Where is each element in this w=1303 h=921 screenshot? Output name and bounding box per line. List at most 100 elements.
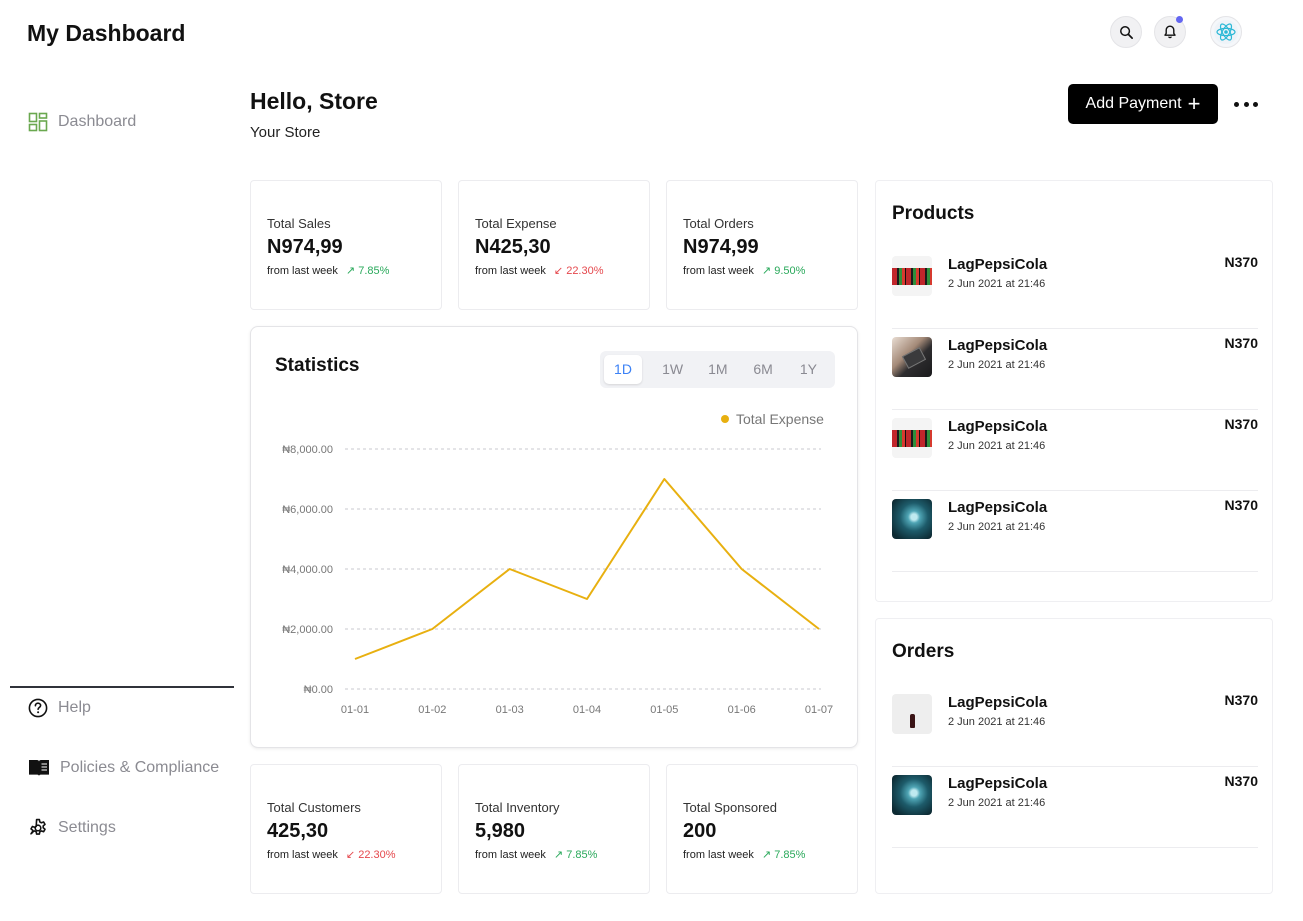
product-thumbnail — [892, 256, 932, 296]
stat-card-total-expense: Total Expense N425,30 from last week ↙ 22… — [458, 180, 650, 310]
expense-line-chart: ₦0.00 ₦2,000.00 ₦4,000.00 ₦6,000.00 ₦8,000.0… — [282, 444, 833, 716]
greeting-subtitle: Your Store — [250, 124, 321, 141]
x-tick-label: 01-04 — [573, 704, 601, 716]
stat-card-total-inventory: Total Inventory 5,980 from last week ↗ 7.… — [458, 764, 650, 894]
stat-change: ↗ 7.85% — [345, 265, 390, 277]
more-options-button[interactable] — [1234, 94, 1258, 114]
sidebar-item-label: Settings — [58, 819, 116, 836]
stat-value: N425,30 — [475, 236, 551, 258]
add-payment-label: Add Payment — [1085, 95, 1182, 112]
stat-value: 200 — [683, 820, 717, 842]
sidebar-item-help[interactable]: Help — [28, 698, 91, 718]
y-tick-label: ₦2,000.00 — [282, 624, 333, 636]
stat-from: from last week — [475, 264, 546, 277]
product-date: 2 Jun 2021 at 21:46 — [948, 359, 1046, 371]
stat-card-total-sales: Total Sales N974,99 from last week ↗ 7.85… — [250, 180, 442, 310]
notification-dot — [1176, 16, 1183, 23]
products-panel: Products LagPepsiCola 2 Jun 2021 at 21:4… — [875, 180, 1273, 602]
order-thumbnail — [892, 775, 932, 815]
data-point[interactable] — [817, 627, 821, 631]
stat-label: Total Orders — [683, 216, 754, 231]
x-tick-label: 01-01 — [341, 704, 369, 716]
order-price: N370 — [1224, 773, 1258, 789]
product-thumbnail — [892, 418, 932, 458]
order-date: 2 Jun 2021 at 21:46 — [948, 797, 1046, 809]
header-actions — [1110, 16, 1242, 48]
stat-value: N974,99 — [683, 236, 759, 258]
y-tick-label: ₦0.00 — [304, 684, 333, 696]
y-tick-label: ₦6,000.00 — [282, 504, 333, 516]
stat-label: Total Sales — [267, 216, 331, 231]
order-name: LagPepsiCola — [948, 775, 1048, 792]
stat-value: 5,980 — [475, 820, 526, 842]
app-title: My Dashboard — [27, 20, 186, 46]
order-item[interactable]: LagPepsiCola 2 Jun 2021 at 21:46 N370 — [892, 686, 1258, 767]
order-item[interactable]: LagPepsiCola 2 Jun 2021 at 21:46 N370 — [892, 767, 1258, 848]
stat-value: N974,99 — [267, 236, 343, 258]
stat-change: ↙ 22.30% — [553, 265, 604, 277]
data-point[interactable] — [740, 567, 744, 571]
add-payment-button[interactable]: Add Payment + — [1068, 84, 1218, 124]
data-point[interactable] — [353, 657, 357, 661]
product-name: LagPepsiCola — [948, 337, 1048, 354]
gear-icon — [30, 818, 46, 835]
stat-change: ↙ 22.30% — [345, 849, 396, 861]
sidebar-item-policies[interactable]: Policies & Compliance — [28, 758, 219, 778]
product-date: 2 Jun 2021 at 21:46 — [948, 521, 1046, 533]
product-name: LagPepsiCola — [948, 256, 1048, 273]
sidebar-divider — [10, 686, 234, 688]
stat-from: from last week — [475, 848, 546, 861]
x-tick-label: 01-07 — [805, 704, 833, 716]
sidebar-item-settings[interactable]: Settings — [28, 818, 116, 838]
product-thumbnail — [892, 499, 932, 539]
product-price: N370 — [1224, 416, 1258, 432]
stat-label: Total Customers — [267, 800, 361, 815]
order-thumbnail — [892, 694, 932, 734]
sidebar-item-label: Help — [58, 699, 91, 716]
product-item[interactable]: LagPepsiCola 2 Jun 2021 at 21:46 N370 — [892, 410, 1258, 491]
stat-card-total-sponsored: Total Sponsored 200 from last week ↗ 7.85… — [666, 764, 858, 894]
stat-value: 425,30 — [267, 820, 329, 842]
stat-from: from last week — [267, 264, 338, 277]
x-tick-label: 01-06 — [728, 704, 756, 716]
product-date: 2 Jun 2021 at 21:46 — [948, 440, 1046, 452]
x-tick-label: 01-05 — [650, 704, 678, 716]
stat-from: from last week — [683, 848, 754, 861]
order-name: LagPepsiCola — [948, 694, 1048, 711]
order-date: 2 Jun 2021 at 21:46 — [948, 716, 1046, 728]
stat-label: Total Expense — [475, 216, 557, 231]
product-name: LagPepsiCola — [948, 499, 1048, 516]
search-icon — [1119, 25, 1133, 39]
data-point[interactable] — [585, 597, 589, 601]
y-tick-label: ₦8,000.00 — [282, 444, 333, 456]
data-point[interactable] — [430, 627, 434, 631]
product-price: N370 — [1224, 335, 1258, 351]
product-item[interactable]: LagPepsiCola 2 Jun 2021 at 21:46 N370 — [892, 329, 1258, 410]
stat-label: Total Sponsored — [683, 800, 777, 815]
stat-card-total-orders: Total Orders N974,99 from last week ↗ 9.5… — [666, 180, 858, 310]
order-price: N370 — [1224, 692, 1258, 708]
notifications-button[interactable] — [1154, 16, 1186, 48]
help-icon — [28, 698, 48, 718]
product-date: 2 Jun 2021 at 21:46 — [948, 278, 1046, 290]
stat-from: from last week — [683, 264, 754, 277]
data-point[interactable] — [662, 477, 666, 481]
orders-title: Orders — [892, 641, 955, 662]
product-item[interactable]: LagPepsiCola 2 Jun 2021 at 21:46 N370 — [892, 248, 1258, 329]
sidebar-item-label: Dashboard — [58, 113, 137, 130]
product-price: N370 — [1224, 497, 1258, 513]
stat-change: ↗ 7.85% — [553, 849, 598, 861]
stat-change: ↗ 7.85% — [761, 849, 806, 861]
sidebar-item-dashboard[interactable]: Dashboard — [28, 112, 136, 132]
plus-icon: + — [1187, 91, 1201, 116]
data-point[interactable] — [508, 567, 512, 571]
product-thumbnail — [892, 337, 932, 377]
search-button[interactable] — [1110, 16, 1142, 48]
bell-icon — [1164, 25, 1176, 39]
product-item[interactable]: LagPepsiCola 2 Jun 2021 at 21:46 N370 — [892, 491, 1258, 572]
react-logo-icon — [1214, 20, 1238, 44]
stat-change: ↗ 9.50% — [761, 265, 806, 277]
orders-panel: Orders LagPepsiCola 2 Jun 2021 at 21:46 … — [875, 618, 1273, 894]
products-title: Products — [892, 203, 975, 224]
avatar[interactable] — [1210, 16, 1242, 48]
